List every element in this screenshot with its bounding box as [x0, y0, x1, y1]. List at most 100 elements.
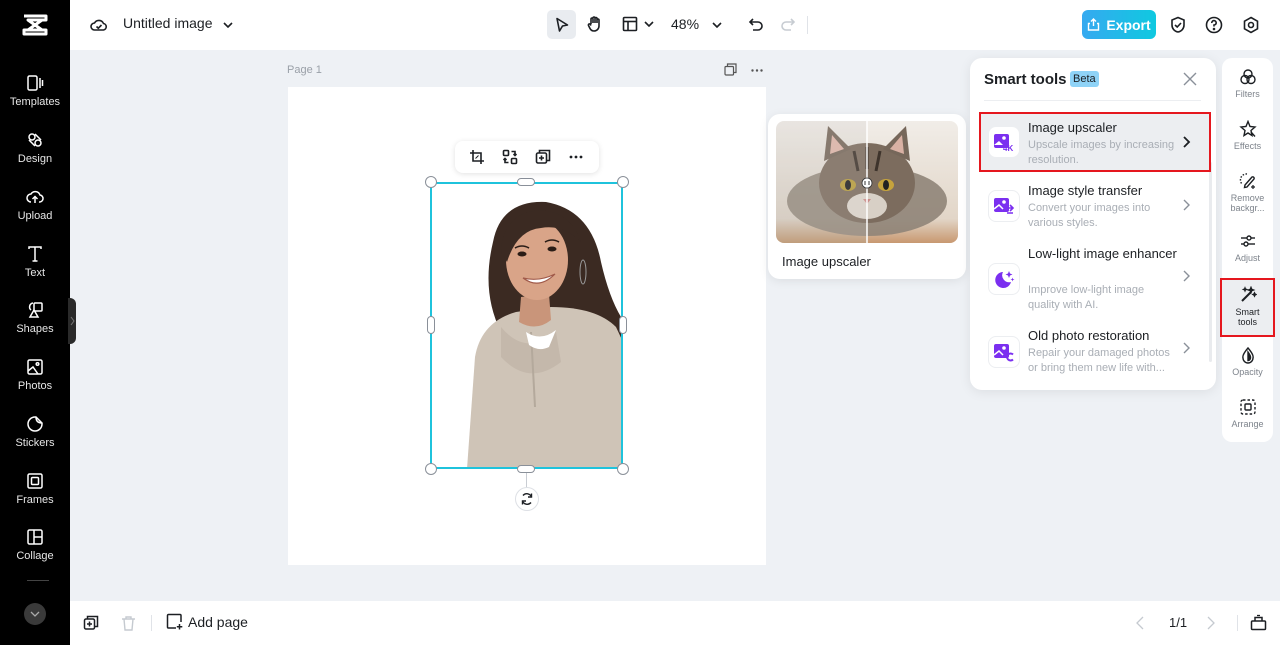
rail-item-smart-tools[interactable]: Smart tools: [1220, 278, 1275, 337]
resize-handle-top-left[interactable]: [425, 176, 437, 188]
resize-handle-bottom-left[interactable]: [425, 463, 437, 475]
sidebar-more-button[interactable]: [24, 603, 46, 625]
page-label: Page 1: [287, 64, 322, 76]
chevron-down-icon: [644, 21, 654, 27]
resize-handle-top-right[interactable]: [617, 176, 629, 188]
duplicate-page-button[interactable]: [724, 63, 738, 77]
more-horizontal-icon: [751, 68, 763, 72]
tool-name: Old photo restoration: [1028, 328, 1150, 343]
resize-handle-left[interactable]: [427, 316, 435, 334]
expand-pages-button[interactable]: [1250, 614, 1268, 632]
next-page-button[interactable]: [1207, 616, 1219, 630]
page-more-button[interactable]: [750, 63, 764, 77]
add-page-button[interactable]: Add page: [166, 613, 248, 630]
design-icon: [28, 133, 42, 147]
resize-handle-bottom[interactable]: [517, 465, 535, 473]
sidebar-item-label: Collage: [16, 550, 54, 562]
document-title[interactable]: Untitled image: [123, 15, 213, 31]
tool-icon-wrap: [988, 190, 1020, 222]
crop-icon: [470, 150, 484, 164]
sidebar-item-design[interactable]: Design: [0, 131, 70, 183]
tool-icon-wrap: [988, 263, 1020, 295]
rail-item-filters[interactable]: Filters: [1222, 68, 1273, 112]
capcut-logo[interactable]: [0, 0, 70, 50]
layout-menu-button[interactable]: [620, 14, 656, 34]
duplicate-element-button[interactable]: [534, 148, 552, 166]
duplicate-icon: [83, 615, 99, 630]
sidebar-item-collage[interactable]: Collage: [0, 528, 70, 580]
settings-button[interactable]: [1241, 15, 1261, 35]
rail-item-opacity[interactable]: Opacity: [1222, 346, 1273, 390]
security-button[interactable]: [1168, 15, 1188, 35]
select-tool-button[interactable]: [547, 10, 576, 39]
redo-button[interactable]: [778, 15, 798, 35]
title-menu-button[interactable]: [221, 18, 235, 32]
sidebar-item-frames[interactable]: Frames: [0, 472, 70, 524]
replace-button[interactable]: [501, 148, 519, 166]
tool-name: Low-light image enhancer: [1028, 246, 1177, 261]
stickers-icon: [27, 416, 43, 432]
moon-stars-icon: [995, 271, 1015, 288]
sidebar-collapse-handle[interactable]: [68, 298, 76, 344]
crop-button[interactable]: [468, 148, 486, 166]
sidebar-item-photos[interactable]: Photos: [0, 358, 70, 410]
export-button[interactable]: Export: [1082, 10, 1156, 39]
close-panel-button[interactable]: [1183, 72, 1199, 88]
sidebar-item-shapes[interactable]: Shapes: [0, 301, 70, 353]
resize-handle-right[interactable]: [619, 316, 627, 334]
photos-icon: [27, 359, 43, 375]
rail-item-adjust[interactable]: Adjust: [1222, 232, 1273, 276]
chevron-right-icon: [1183, 342, 1190, 354]
rail-item-remove-background[interactable]: Remove backgr...: [1222, 172, 1273, 224]
tool-preview-card: Image upscaler: [768, 114, 966, 279]
chevron-left-icon: [1136, 616, 1144, 630]
hand-tool-button[interactable]: [585, 14, 605, 34]
sidebar-item-upload[interactable]: Upload: [0, 188, 70, 240]
duplicate-page-button[interactable]: [83, 615, 99, 631]
frames-icon: [27, 473, 43, 489]
selection-box[interactable]: [430, 182, 623, 469]
more-options-button[interactable]: [567, 148, 585, 166]
top-bar: Untitled image 48% Export: [70, 0, 1280, 50]
sidebar-item-label: Design: [17, 153, 53, 165]
zoom-menu-button[interactable]: [710, 18, 724, 32]
shield-check-icon: [1171, 16, 1185, 33]
smart-tools-panel: Smart tools Beta 4K Image upscaler Upsca…: [970, 58, 1216, 390]
tool-low-light-enhancer[interactable]: Low-light image enhancer Improve low-lig…: [981, 242, 1209, 318]
hand-icon: [587, 16, 600, 32]
duplicate-icon: [724, 63, 737, 76]
gear-icon: [1243, 16, 1259, 34]
sidebar-item-text[interactable]: Text: [0, 245, 70, 297]
sidebar-item-label: Stickers: [15, 437, 55, 449]
undo-button[interactable]: [746, 15, 766, 35]
panel-scrollbar[interactable]: [1209, 162, 1212, 362]
cloud-sync-button[interactable]: [89, 15, 109, 35]
previous-page-button[interactable]: [1136, 616, 1148, 630]
sidebar-divider: [27, 580, 49, 581]
zoom-level[interactable]: 48%: [671, 16, 699, 32]
sidebar-item-templates[interactable]: Templates: [0, 74, 70, 126]
rail-item-label: Arrange: [1231, 419, 1264, 429]
tool-old-photo-restoration[interactable]: Old photo restoration Repair your damage…: [981, 326, 1209, 382]
help-button[interactable]: [1204, 15, 1224, 35]
panel-divider: [984, 100, 1201, 101]
rail-item-arrange[interactable]: Arrange: [1222, 398, 1273, 442]
rail-item-effects[interactable]: Effects: [1222, 120, 1273, 164]
delete-page-button[interactable]: [121, 615, 137, 631]
magic-wand-icon: [1240, 286, 1257, 302]
duplicate-icon: [535, 149, 551, 164]
resize-handle-bottom-right[interactable]: [617, 463, 629, 475]
tool-image-upscaler[interactable]: 4K Image upscaler Upscale images by incr…: [979, 112, 1211, 172]
tool-image-style-transfer[interactable]: Image style transfer Convert your images…: [981, 178, 1209, 234]
tool-icon-wrap: [988, 336, 1020, 368]
rail-item-label: Opacity: [1232, 367, 1263, 377]
resize-handle-top[interactable]: [517, 178, 535, 186]
capcut-logo-icon: [22, 14, 48, 36]
sidebar-item-stickers[interactable]: Stickers: [0, 415, 70, 467]
rotate-handle[interactable]: [515, 487, 539, 511]
upscaler-preview-image: [776, 121, 958, 243]
filters-icon: [1239, 69, 1256, 85]
tool-description: Improve low-light image quality with AI.: [1028, 284, 1145, 311]
rail-item-label: Remove backgr...: [1230, 193, 1265, 213]
undo-icon: [748, 18, 763, 31]
